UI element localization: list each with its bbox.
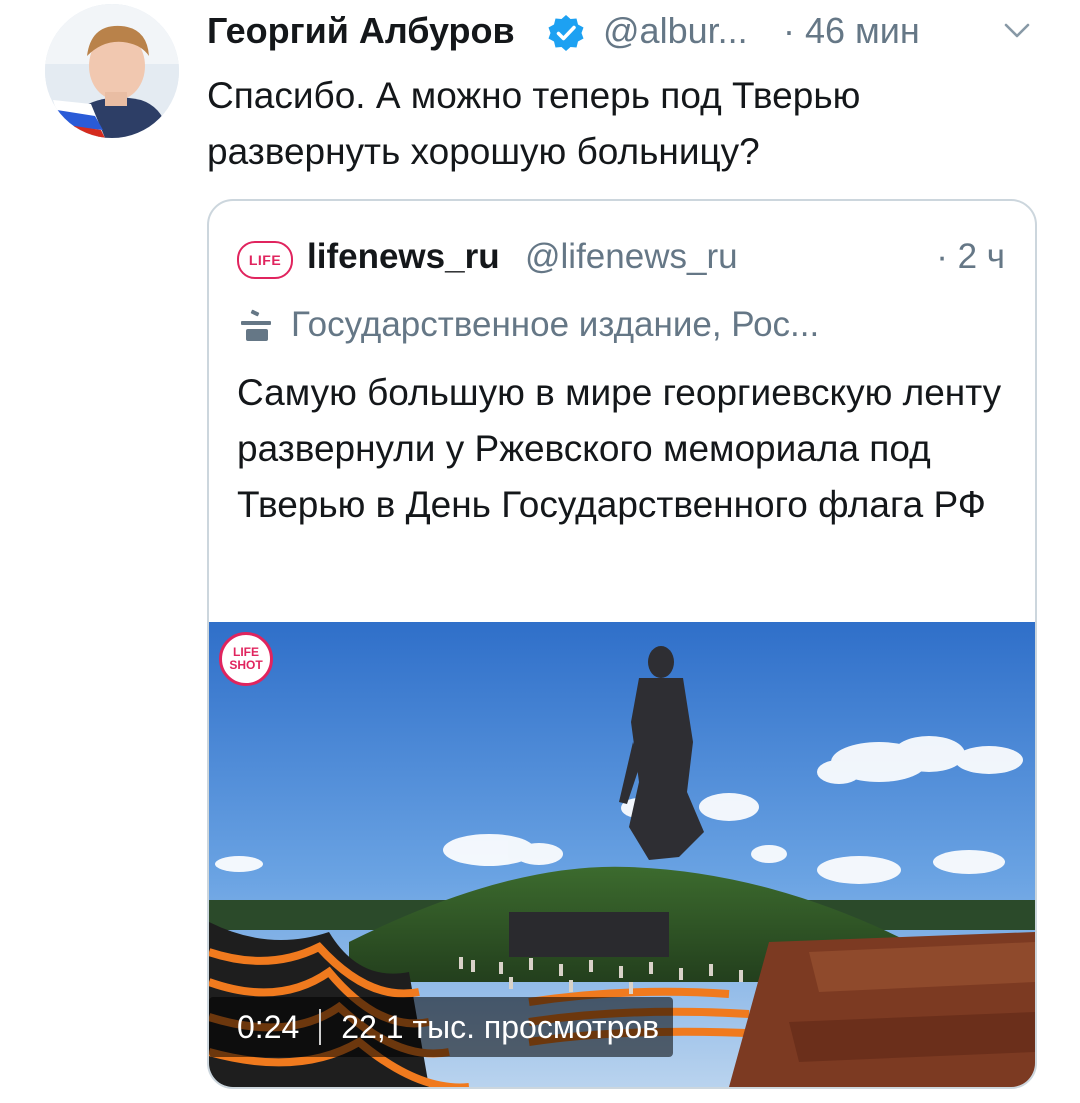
watermark-line-2: SHOT <box>229 658 263 672</box>
quoted-tweet-time[interactable]: · 2 ч <box>936 235 1005 279</box>
state-media-label[interactable]: Государственное издание, Рос... <box>291 303 819 347</box>
lifeshot-watermark: LIFE SHOT <box>219 632 273 686</box>
author-handle[interactable]: @albur... <box>603 8 748 54</box>
tweet-time[interactable]: 46 мин <box>805 8 920 54</box>
overlay-divider <box>319 1009 322 1045</box>
separator-dot: · <box>783 10 795 51</box>
chevron-down-icon[interactable] <box>1003 20 1031 42</box>
author-name[interactable]: Георгий Албуров <box>207 8 515 54</box>
user-avatar-photo-icon <box>45 4 179 138</box>
quoted-author-handle[interactable]: @lifenews_ru <box>525 235 738 279</box>
tweet-header: Георгий Албуров @albur... · 46 мин <box>207 8 1047 58</box>
quoted-tweet-text: Самую большую в мире георгиевскую ленту … <box>237 372 1002 525</box>
quoted-avatar-logo[interactable]: LIFE <box>237 241 293 279</box>
video-views: 22,1 тыс. просмотров <box>341 1008 660 1045</box>
quoted-tweet[interactable]: LIFE lifenews_ru @lifenews_ru · 2 ч Госу… <box>207 199 1037 1089</box>
podium-icon <box>241 309 271 341</box>
tweet-text: Спасибо. А можно теперь под Тверью разве… <box>207 75 861 172</box>
quoted-author-name[interactable]: lifenews_ru <box>307 235 500 279</box>
avatar[interactable] <box>45 4 179 138</box>
verified-badge-icon <box>548 15 584 51</box>
video-player[interactable]: LIFE SHOT 0:24 22,1 тыс. просмотров <box>209 622 1035 1087</box>
video-info-overlay: 0:24 22,1 тыс. просмотров <box>209 997 674 1057</box>
video-duration: 0:24 <box>237 1008 300 1045</box>
